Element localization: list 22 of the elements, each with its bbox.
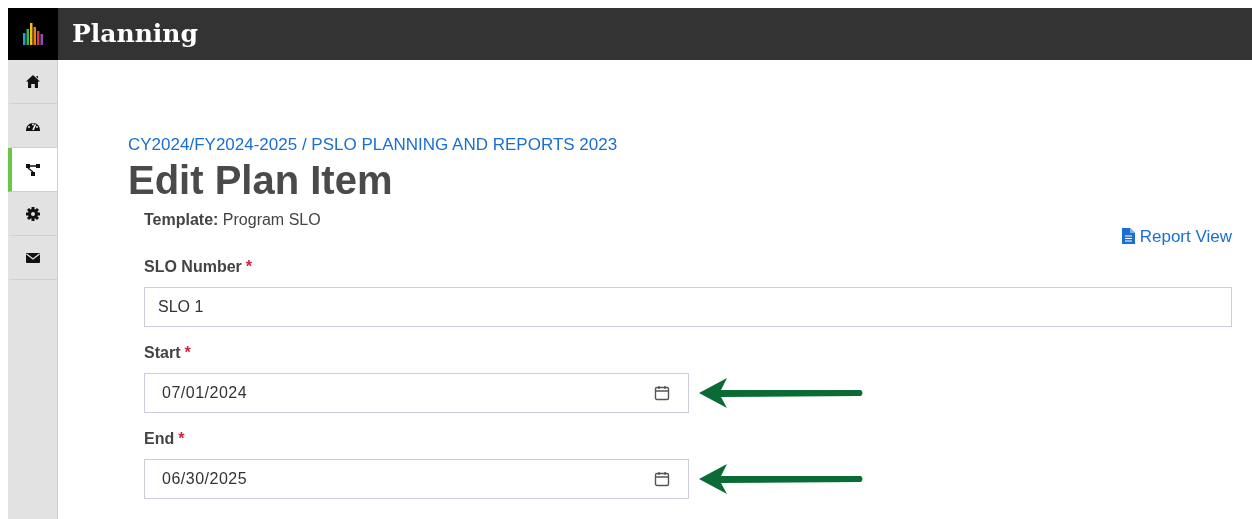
field-label: Start *: [144, 343, 192, 363]
home-icon: [24, 73, 41, 90]
date-field[interactable]: 07/01/2024: [144, 373, 689, 413]
required-mark: *: [245, 258, 253, 275]
text-field[interactable]: SLO 1: [144, 287, 1232, 327]
settings-icon: [24, 205, 41, 222]
calendar-icon[interactable]: [654, 385, 670, 401]
required-mark: *: [178, 430, 185, 447]
report-view-link[interactable]: Report View: [1121, 223, 1232, 249]
app-title: Planning: [72, 18, 198, 51]
calendar-icon[interactable]: [654, 471, 670, 487]
field-label: End *: [144, 429, 186, 449]
sitemap-icon: [24, 161, 41, 178]
template-text: Template: Program SLO: [144, 209, 321, 230]
required-mark: *: [184, 344, 191, 361]
date-field[interactable]: 06/30/2025: [144, 459, 689, 499]
document-icon: [1121, 228, 1135, 245]
logo-icon: [23, 23, 43, 45]
breadcrumb-link[interactable]: CY2024/FY2024-2025 / PSLO PLANNING AND REPORTS 2023: [128, 135, 618, 154]
page-heading: Edit Plan Item: [128, 157, 394, 202]
sidebar-tab[interactable]: [8, 148, 57, 192]
field-label: SLO Number *: [144, 257, 254, 277]
